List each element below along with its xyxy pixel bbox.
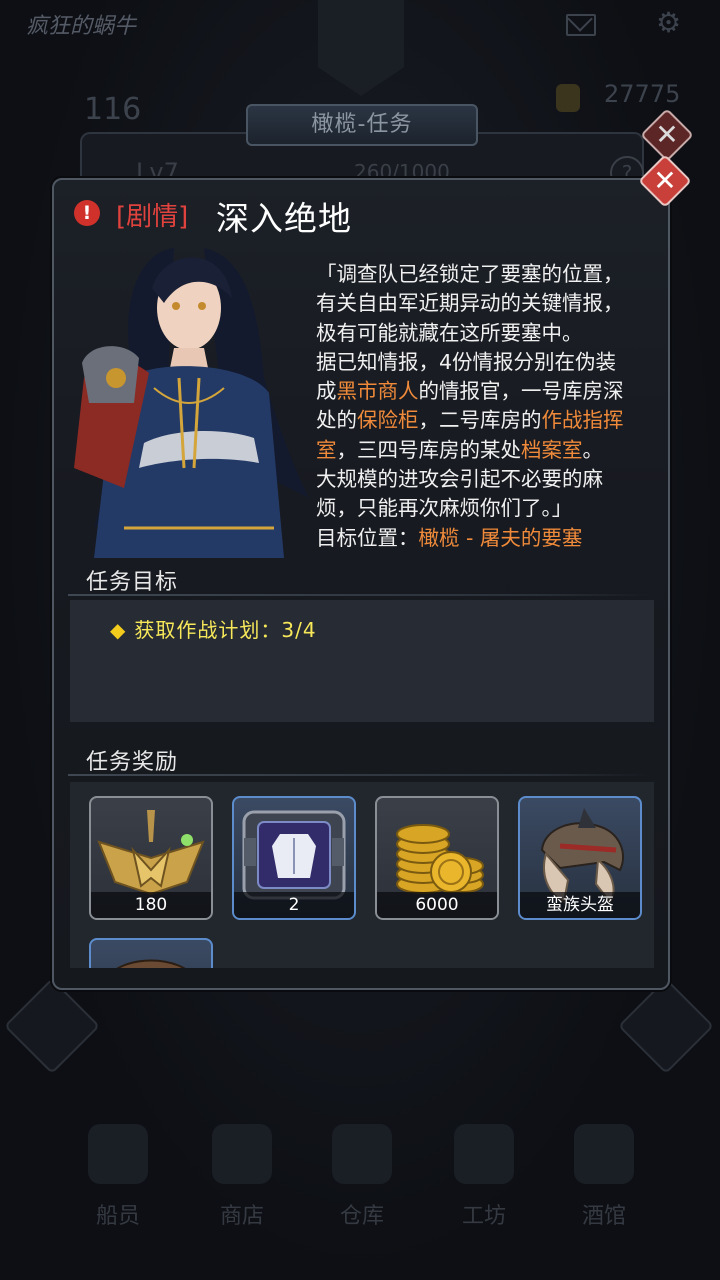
reward-item-partial[interactable] bbox=[89, 938, 213, 968]
hat-item-icon bbox=[116, 959, 186, 968]
reward-quantity: 2 bbox=[234, 892, 354, 918]
nav-crew-label: 船员 bbox=[95, 1204, 140, 1229]
quest-detail-dialog: ! [剧情] 深入绝地 「调查队已经锁定了要塞的位置， 有关自由军近期异动的关键… bbox=[52, 178, 670, 990]
story-line: 「调查队已经锁定了要塞的位置， bbox=[316, 262, 624, 286]
nav-shop: 商店 bbox=[182, 1110, 302, 1230]
objective-text: 获取作战计划：3/4 bbox=[134, 618, 317, 642]
story-text: ，三四号库房的某处 bbox=[336, 437, 522, 462]
reward-item[interactable]: 180 bbox=[89, 796, 213, 920]
story-line: 室，三四号库房的某处档案室。 bbox=[316, 436, 656, 465]
close-icon: ✕ bbox=[653, 164, 677, 197]
quest-story-text: 「调查队已经锁定了要塞的位置， 有关自由军近期异动的关键情报， 极有可能就藏在这… bbox=[316, 260, 656, 553]
rewards-header: 任务奖励 bbox=[86, 750, 179, 775]
nav-workshop: 工坊 bbox=[424, 1110, 544, 1230]
story-text: 成 bbox=[316, 379, 337, 404]
nav-tavern-label: 酒馆 bbox=[581, 1204, 626, 1229]
rewards-panel: 180 2 6000 蛮族头盔 bbox=[70, 782, 654, 968]
bottom-nav: 船员 商店 仓库 工坊 酒馆 bbox=[0, 1110, 720, 1280]
highlight-archive-room: 档案室 bbox=[521, 437, 583, 462]
story-text: 。 bbox=[582, 437, 604, 462]
story-line: 有关自由军近期异动的关键情报， bbox=[316, 291, 624, 316]
reward-item[interactable]: 6000 bbox=[375, 796, 499, 920]
objectives-panel: ◆ 获取作战计划：3/4 bbox=[70, 600, 654, 722]
reward-quantity: 蛮族头盔 bbox=[520, 892, 640, 918]
reward-quantity: 6000 bbox=[377, 892, 497, 918]
nav-tavern: 酒馆 bbox=[544, 1110, 664, 1230]
close-icon: ✕ bbox=[655, 118, 679, 151]
objective-item: ◆ 获取作战计划：3/4 bbox=[110, 614, 317, 643]
reward-quantity: 180 bbox=[91, 892, 211, 918]
tavern-icon bbox=[574, 1124, 634, 1184]
gold-value: 27775 bbox=[604, 80, 681, 108]
reward-item[interactable]: 蛮族头盔 bbox=[518, 796, 642, 920]
story-text: ，二号库房的 bbox=[418, 408, 542, 433]
alert-icon: ! bbox=[74, 200, 100, 226]
story-text: 处的 bbox=[316, 408, 357, 433]
diamond-bullet-icon: ◆ bbox=[110, 618, 127, 642]
warehouse-icon bbox=[332, 1124, 392, 1184]
story-line: 烦，只能再次麻烦你们了。」 bbox=[316, 496, 573, 521]
nav-warehouse: 仓库 bbox=[302, 1110, 422, 1230]
target-location-label: 目标位置： bbox=[316, 525, 419, 550]
target-location-value: 橄榄 - 屠夫的要塞 bbox=[418, 525, 583, 550]
gold-icon bbox=[556, 84, 580, 112]
objectives-divider bbox=[68, 594, 652, 596]
shop-icon bbox=[212, 1124, 272, 1184]
nav-shop-label: 商店 bbox=[219, 1204, 264, 1229]
story-line: 成黑市商人的情报官，一号库房深 bbox=[316, 377, 656, 406]
nav-warehouse-label: 仓库 bbox=[339, 1204, 384, 1229]
rewards-divider bbox=[68, 774, 652, 776]
quest-tab-title: 橄榄-任务 bbox=[246, 104, 478, 146]
reward-item[interactable]: 2 bbox=[232, 796, 356, 920]
story-line: 据已知情报，4份情报分别在伪装 bbox=[316, 349, 617, 374]
highlight-safe: 保险柜 bbox=[357, 408, 419, 433]
gear-icon: ⚙ bbox=[656, 6, 682, 39]
nav-crew: 船员 bbox=[58, 1110, 178, 1230]
crew-icon bbox=[88, 1124, 148, 1184]
highlight-black-market-merchant: 黑市商人 bbox=[336, 379, 419, 404]
story-line: 处的保险柜，二号库房的作战指挥 bbox=[316, 406, 656, 435]
mail-icon bbox=[566, 14, 596, 36]
highlight-war-room: 作战指挥 bbox=[541, 408, 624, 433]
app-title: 疯狂的蜗牛 bbox=[26, 14, 137, 39]
workshop-icon bbox=[454, 1124, 514, 1184]
highlight-war-room-end: 室 bbox=[316, 437, 337, 462]
story-line: 大规模的进攻会引起不必要的麻 bbox=[316, 467, 603, 492]
target-location: 目标位置：橄榄 - 屠夫的要塞 bbox=[316, 524, 656, 553]
objectives-header: 任务目标 bbox=[86, 570, 179, 595]
story-line: 极有可能就藏在这所要塞中。 bbox=[316, 320, 583, 345]
story-text: 的情报官，一号库房深 bbox=[418, 379, 624, 404]
quest-giver-portrait bbox=[74, 248, 309, 558]
power-value: 116 bbox=[84, 92, 142, 127]
nav-workshop-label: 工坊 bbox=[461, 1204, 506, 1229]
